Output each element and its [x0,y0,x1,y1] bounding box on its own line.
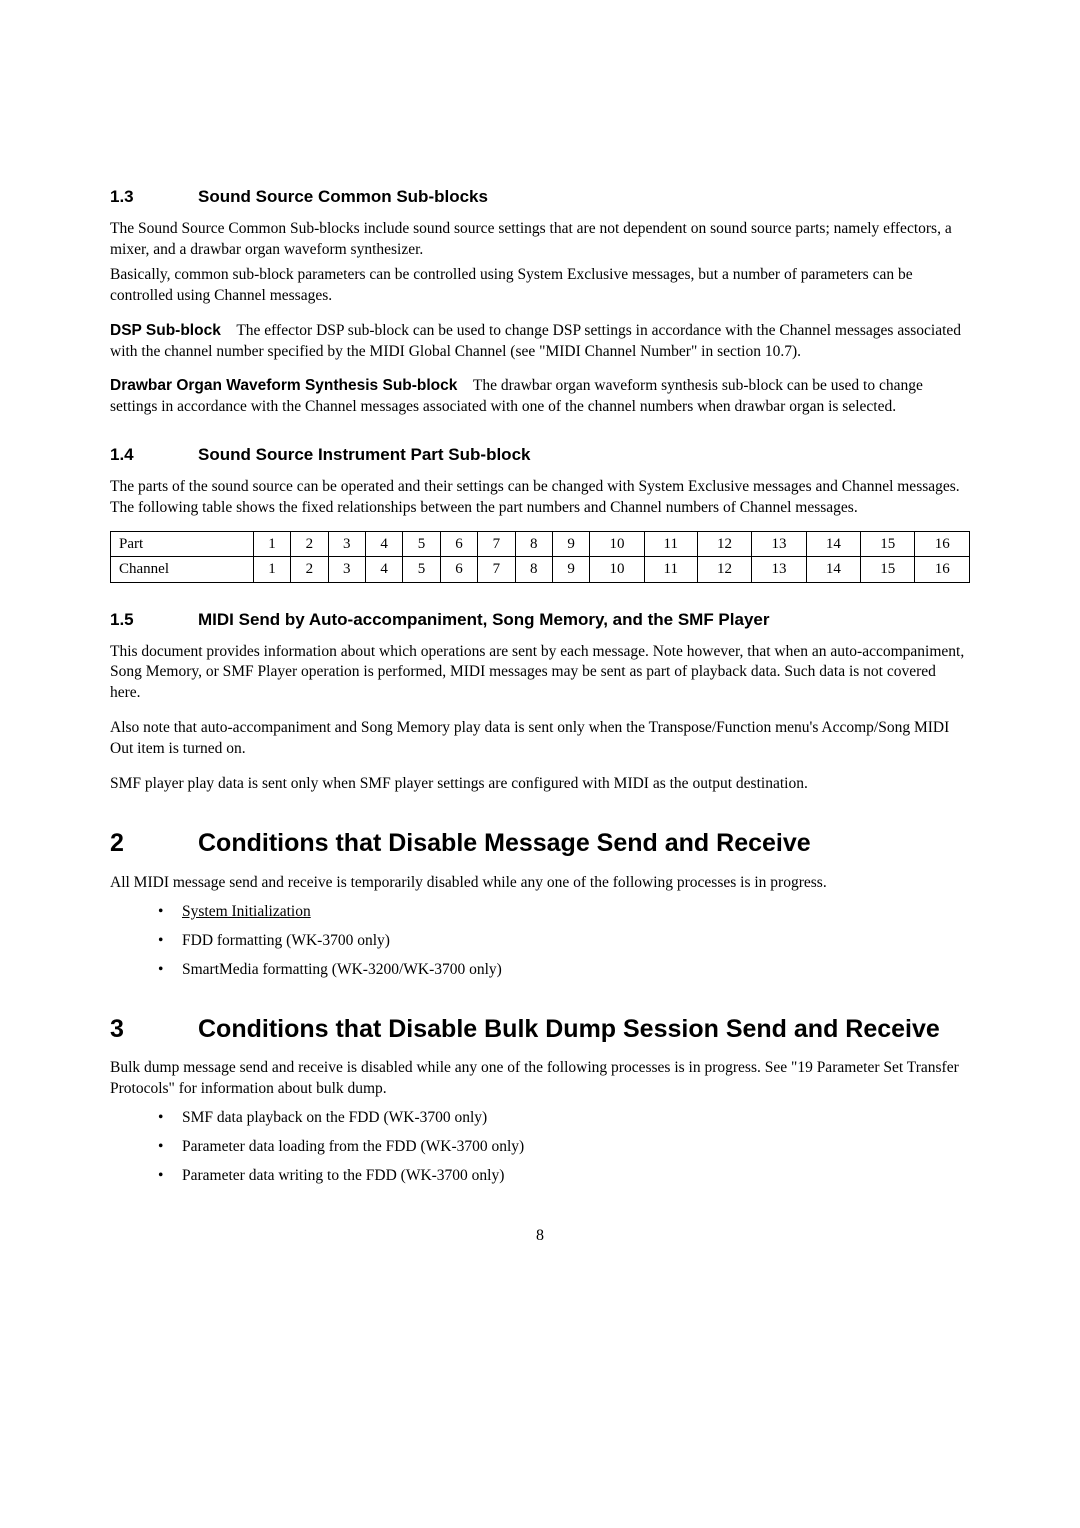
table-cell: 1 [253,557,290,582]
list-item: SmartMedia formatting (WK-3200/WK-3700 o… [158,960,970,981]
paragraph: Bulk dump message send and receive is di… [110,1058,970,1100]
paragraph: All MIDI message send and receive is tem… [110,873,970,894]
paragraph: The Sound Source Common Sub-blocks inclu… [110,219,970,261]
list-item: FDD formatting (WK-3700 only) [158,931,970,952]
paragraph: Basically, common sub-block parameters c… [110,265,970,307]
list-item: SMF data playback on the FDD (WK-3700 on… [158,1108,970,1129]
table-cell: 7 [478,532,515,557]
heading-1-3: 1.3Sound Source Common Sub-blocks [110,186,970,209]
table-cell: 8 [515,532,552,557]
table-cell: 9 [552,557,589,582]
table-cell: 2 [291,532,328,557]
table-cell: 5 [403,557,440,582]
heading-num: 2 [110,827,198,861]
table-cell: 10 [590,557,644,582]
table-cell: 2 [291,557,328,582]
table-row: Part 1 2 3 4 5 6 7 8 9 10 11 12 13 14 15… [111,532,970,557]
table-cell: 9 [552,532,589,557]
table-cell: 15 [861,557,915,582]
table-cell: 15 [861,532,915,557]
heading-num: 1.4 [110,444,198,467]
table-cell: 7 [478,557,515,582]
heading-title: Conditions that Disable Message Send and… [198,827,948,861]
heading-title: Conditions that Disable Bulk Dump Sessio… [198,1013,948,1047]
list-item: Parameter data writing to the FDD (WK-37… [158,1166,970,1187]
paragraph-text: The effector DSP sub-block can be used t… [110,322,961,360]
page-number: 8 [110,1225,970,1247]
table-cell: 6 [440,532,477,557]
table-cell: 14 [806,557,860,582]
table-cell: 3 [328,532,365,557]
table-row: Channel 1 2 3 4 5 6 7 8 9 10 11 12 13 14… [111,557,970,582]
row-label: Part [111,532,254,557]
table-cell: 6 [440,557,477,582]
table-cell: 10 [590,532,644,557]
table-cell: 5 [403,532,440,557]
heading-num: 1.3 [110,186,198,209]
heading-2: 2Conditions that Disable Message Send an… [110,827,970,861]
list-item: Parameter data loading from the FDD (WK-… [158,1137,970,1158]
list-item-text: SMF data playback on the FDD (WK-3700 on… [182,1109,487,1126]
row-label: Channel [111,557,254,582]
dsp-sub-block-paragraph: DSP Sub-block The effector DSP sub-block… [110,321,970,363]
table-cell: 11 [644,532,697,557]
link[interactable]: System Initialization [182,903,311,920]
heading-num: 3 [110,1013,198,1047]
heading-num: 1.5 [110,609,198,632]
list-item-text: Parameter data writing to the FDD (WK-37… [182,1167,504,1184]
table-cell: 14 [806,532,860,557]
list-item-text: SmartMedia formatting (WK-3200/WK-3700 o… [182,961,502,978]
paragraph: SMF player play data is sent only when S… [110,774,970,795]
drawbar-sub-block-paragraph: Drawbar Organ Waveform Synthesis Sub-blo… [110,376,970,418]
table-cell: 12 [697,557,751,582]
paragraph: This document provides information about… [110,642,970,705]
heading-3: 3Conditions that Disable Bulk Dump Sessi… [110,1013,970,1047]
table-cell: 8 [515,557,552,582]
table-cell: 13 [752,532,806,557]
bullet-list: System Initialization FDD formatting (WK… [158,902,970,981]
heading-1-5: 1.5MIDI Send by Auto-accompaniment, Song… [110,609,970,632]
bullet-list: SMF data playback on the FDD (WK-3700 on… [158,1108,970,1187]
table-cell: 12 [697,532,751,557]
table-cell: 4 [365,532,402,557]
table-cell: 16 [915,557,970,582]
list-item-text: Parameter data loading from the FDD (WK-… [182,1138,524,1155]
table-cell: 1 [253,532,290,557]
table-cell: 16 [915,532,970,557]
paragraph: Also note that auto-accompaniment and So… [110,718,970,760]
list-item-text: FDD formatting (WK-3700 only) [182,932,390,949]
heading-title: Sound Source Instrument Part Sub-block [198,445,530,464]
run-in-head: Drawbar Organ Waveform Synthesis Sub-blo… [110,377,457,394]
table-cell: 4 [365,557,402,582]
table-cell: 3 [328,557,365,582]
paragraph: The parts of the sound source can be ope… [110,477,970,519]
run-in-head: DSP Sub-block [110,322,221,339]
heading-title: MIDI Send by Auto-accompaniment, Song Me… [198,610,769,629]
heading-1-4: 1.4Sound Source Instrument Part Sub-bloc… [110,444,970,467]
part-channel-table: Part 1 2 3 4 5 6 7 8 9 10 11 12 13 14 15… [110,531,970,583]
table-cell: 11 [644,557,697,582]
table-cell: 13 [752,557,806,582]
list-item: System Initialization [158,902,970,923]
heading-title: Sound Source Common Sub-blocks [198,187,488,206]
